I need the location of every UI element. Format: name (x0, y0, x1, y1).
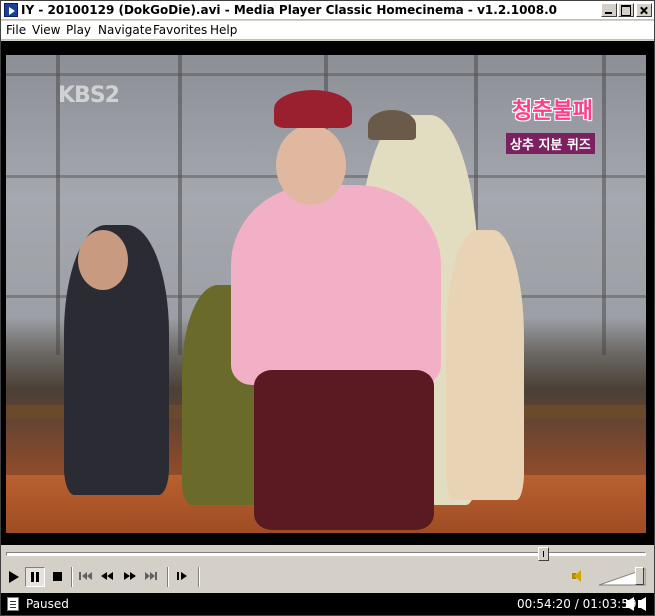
document-icon (7, 597, 19, 611)
app-icon[interactable] (4, 3, 18, 17)
volume-thumb[interactable] (635, 567, 645, 585)
play-button[interactable] (3, 567, 23, 587)
play-icon (9, 571, 19, 583)
fast-forward-icon-arrow2 (130, 572, 136, 580)
audio-channels-icon[interactable] (625, 597, 647, 611)
maximize-button[interactable] (618, 3, 634, 17)
toolbar-separator (71, 567, 73, 587)
menu-file[interactable]: File (6, 23, 26, 37)
rewind-button[interactable] (97, 567, 117, 587)
window-title: IY - 20100129 (DokGoDie).avi - Media Pla… (21, 3, 558, 17)
next-button[interactable] (142, 567, 162, 587)
person-right-hat (368, 110, 416, 140)
frame-step-icon-arrow (181, 572, 187, 580)
tent-rib (178, 55, 182, 355)
time-display[interactable]: 00:54:20 / 01:03:59 (517, 597, 636, 611)
stop-icon (53, 572, 62, 581)
frame-step-icon (177, 572, 179, 580)
person-center-pants (254, 370, 434, 530)
minimize-button[interactable] (601, 3, 617, 17)
title-bar[interactable]: IY - 20100129 (DokGoDie).avi - Media Pla… (1, 1, 654, 20)
show-logo: 청춘불패 상추 지분 퀴즈 (504, 93, 614, 154)
stop-button[interactable] (48, 567, 68, 587)
menu-navigate[interactable]: Navigate (98, 23, 152, 37)
previous-button[interactable] (75, 567, 95, 587)
show-title: 청춘불패 (512, 99, 593, 124)
seek-track[interactable] (6, 552, 646, 556)
video-display[interactable]: KBS2 청춘불패 상추 지분 퀴즈 (6, 55, 646, 533)
playback-status: Paused (26, 597, 69, 611)
person-center-face (276, 125, 346, 205)
video-frame[interactable]: KBS2 청춘불패 상추 지분 퀴즈 (1, 41, 654, 545)
skip-back-icon-arrow2 (87, 572, 92, 580)
menu-bar: File View Play Navigate Favorites Help (1, 21, 654, 40)
status-bar: Paused 00:54:20 / 01:03:59 (1, 593, 654, 615)
mute-button[interactable] (569, 567, 589, 587)
fast-forward-button[interactable] (120, 567, 140, 587)
person-center-top (231, 185, 441, 385)
skip-forward-icon-bar (155, 572, 157, 580)
speaker-icon-cone (574, 570, 581, 582)
person-far-right (446, 230, 524, 500)
toolbar-separator (167, 567, 169, 587)
close-button[interactable] (636, 3, 652, 17)
frame-step-button[interactable] (173, 567, 193, 587)
seek-bar[interactable] (1, 546, 654, 562)
channel-logo: KBS2 (58, 83, 120, 108)
playback-toolbar (1, 563, 654, 591)
tent-bar (6, 73, 646, 76)
seek-thumb[interactable] (538, 547, 550, 561)
media-player-window: IY - 20100129 (DokGoDie).avi - Media Pla… (0, 0, 655, 616)
toolbar-separator (198, 567, 200, 587)
menu-play[interactable]: Play (66, 23, 91, 37)
show-subtitle: 상추 지분 퀴즈 (506, 133, 595, 154)
rewind-icon-arrow2 (107, 572, 113, 580)
person-center-cap (274, 90, 352, 128)
pause-button[interactable] (25, 567, 45, 587)
menu-favorites[interactable]: Favorites (153, 23, 207, 37)
person-left-face (78, 230, 128, 290)
skip-back-icon (79, 572, 81, 580)
menu-view[interactable]: View (32, 23, 60, 37)
pause-icon (31, 572, 34, 582)
menu-help[interactable]: Help (210, 23, 237, 37)
